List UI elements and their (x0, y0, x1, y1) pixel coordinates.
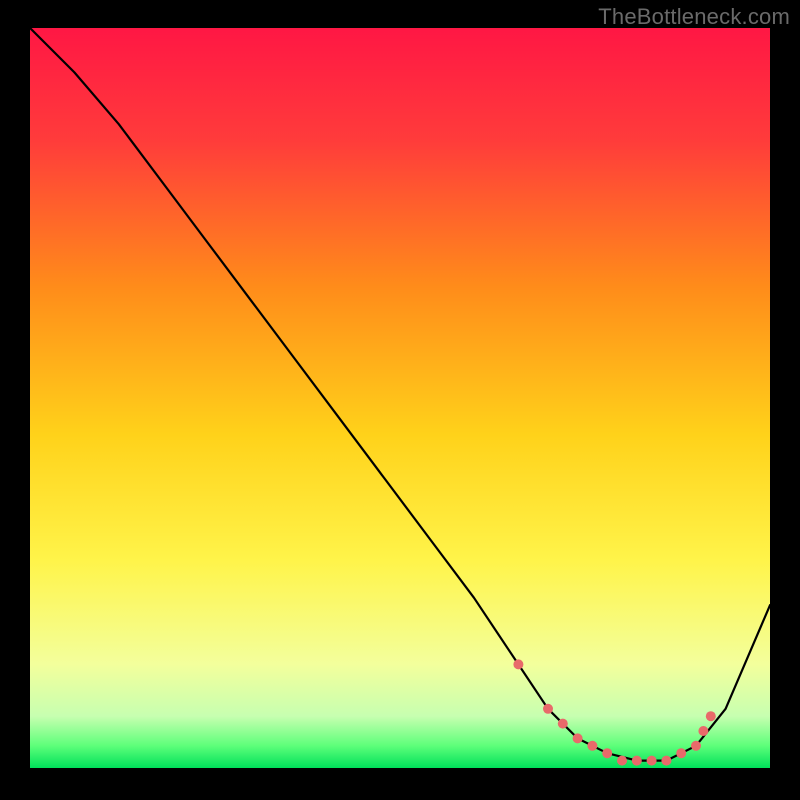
marker-point (632, 756, 642, 766)
marker-point (513, 659, 523, 669)
chart-frame: TheBottleneck.com (0, 0, 800, 800)
marker-point (647, 756, 657, 766)
marker-point (587, 741, 597, 751)
marker-point (543, 704, 553, 714)
marker-point (602, 748, 612, 758)
marker-point (698, 726, 708, 736)
watermark-text: TheBottleneck.com (598, 4, 790, 30)
chart-svg (30, 28, 770, 768)
marker-point (661, 756, 671, 766)
marker-point (573, 733, 583, 743)
marker-point (617, 756, 627, 766)
marker-point (558, 719, 568, 729)
plot-area (30, 28, 770, 768)
marker-point (706, 711, 716, 721)
marker-point (691, 741, 701, 751)
marker-point (676, 748, 686, 758)
gradient-background (30, 28, 770, 768)
